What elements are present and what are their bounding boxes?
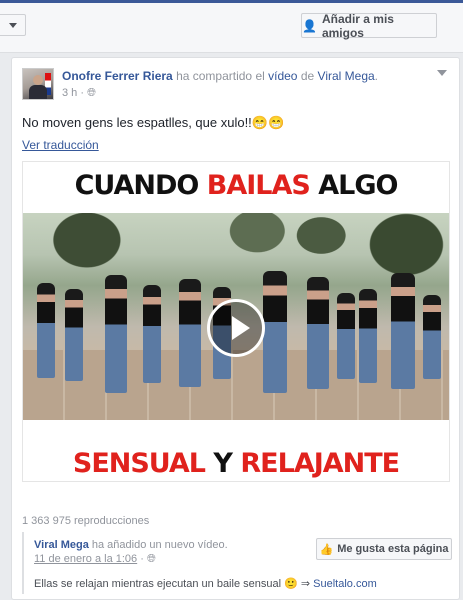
dancer-figure [263, 271, 287, 393]
shared-date[interactable]: 11 de enero a la 1:06 [34, 553, 137, 565]
video-link[interactable]: vídeo [268, 69, 297, 83]
video-title-word: Y [205, 448, 241, 479]
dancer-figure [307, 277, 329, 389]
avatar[interactable] [22, 68, 54, 100]
video-title-word: RELAJANTE [240, 448, 400, 479]
caption-emoji: 😁😁 [251, 115, 285, 130]
description-text: Ellas se relajan mientras ejecutan un ba… [34, 578, 282, 590]
add-friend-icon: 👤 [302, 18, 317, 33]
like-page-label: Me gusta esta página [337, 543, 449, 555]
top-blue-edge [0, 0, 463, 3]
dancer-figure [143, 285, 161, 383]
avatar-head [33, 75, 43, 85]
shared-date-line: 11 de enero a la 1:06 · 🌐︎ [34, 553, 156, 565]
globe-icon: 🌐︎ [87, 87, 96, 99]
globe-icon: 🌐︎ [146, 553, 156, 565]
options-dropdown-button[interactable] [0, 14, 26, 36]
smile-emoji: 🙂 [284, 578, 298, 590]
video-title-word: CUANDO [74, 170, 207, 201]
play-icon [232, 316, 250, 340]
video-thumbnail [23, 213, 449, 420]
avatar-body [29, 85, 47, 99]
shared-text: ha compartido el [176, 69, 265, 83]
shared-from-box: Viral Mega ha añadido un nuevo vídeo. 11… [22, 532, 452, 594]
view-count: 1 363 975 reproducciones [22, 515, 150, 527]
author-link[interactable]: Onofre Ferrer Riera [62, 69, 173, 83]
page-link[interactable]: Viral Mega [318, 69, 375, 83]
post-options-chevron-icon[interactable] [437, 70, 447, 76]
video-title-word: ALGO [309, 170, 398, 201]
chevron-down-icon [9, 23, 17, 28]
add-friend-button[interactable]: 👤 Añadir a mis amigos [301, 11, 437, 40]
video-title-word: SENSUAL [72, 448, 206, 479]
dancer-figure [359, 289, 377, 383]
arrow-icon: ⇒ [300, 578, 311, 590]
sueltalo-link[interactable]: Sueltalo.com [313, 578, 377, 590]
shared-page-link[interactable]: Viral Mega [34, 539, 89, 551]
dancer-figure [423, 295, 441, 379]
like-page-button[interactable]: 👍 Me gusta esta página [316, 538, 452, 560]
post-timestamp[interactable]: 3 h [62, 87, 77, 99]
play-button[interactable] [207, 299, 265, 357]
post-caption: No moven gens les espatlles, que xulo!!😁… [22, 115, 284, 131]
video-player[interactable]: CUANDO BAILAS ALGO SENSUAL Y RELAJANTE [22, 161, 450, 482]
dancer-figure [105, 275, 127, 393]
shared-action-text: ha añadido un nuevo vídeo. [91, 539, 228, 551]
post-header: Onofre Ferrer Riera ha compartido el víd… [62, 69, 379, 99]
dancer-figure [179, 279, 201, 387]
see-translation-link[interactable]: Ver traducción [22, 138, 99, 152]
shared-from-line: Viral Mega ha añadido un nuevo vídeo. [34, 539, 228, 551]
top-bar: 👤 Añadir a mis amigos [0, 0, 463, 53]
video-title-top: CUANDO BAILAS ALGO [23, 170, 449, 201]
post-card: Onofre Ferrer Riera ha compartido el víd… [11, 57, 460, 600]
video-title-bottom: SENSUAL Y RELAJANTE [23, 448, 449, 479]
shared-description: Ellas se relajan mientras ejecutan un ba… [34, 577, 377, 590]
dancer-figure [37, 283, 55, 378]
video-title-word: BAILAS [206, 170, 311, 201]
caption-text: No moven gens les espatlles, que xulo!! [22, 115, 252, 130]
of-text: de [300, 69, 315, 83]
thumbnail-paving [23, 350, 449, 420]
add-friend-label: Añadir a mis amigos [321, 11, 394, 40]
thumbnail-trees [23, 213, 449, 303]
dancer-figure [337, 293, 355, 379]
thumbs-up-icon: 👍 [319, 543, 334, 556]
dancer-figure [391, 273, 415, 389]
dancer-figure [65, 289, 83, 381]
